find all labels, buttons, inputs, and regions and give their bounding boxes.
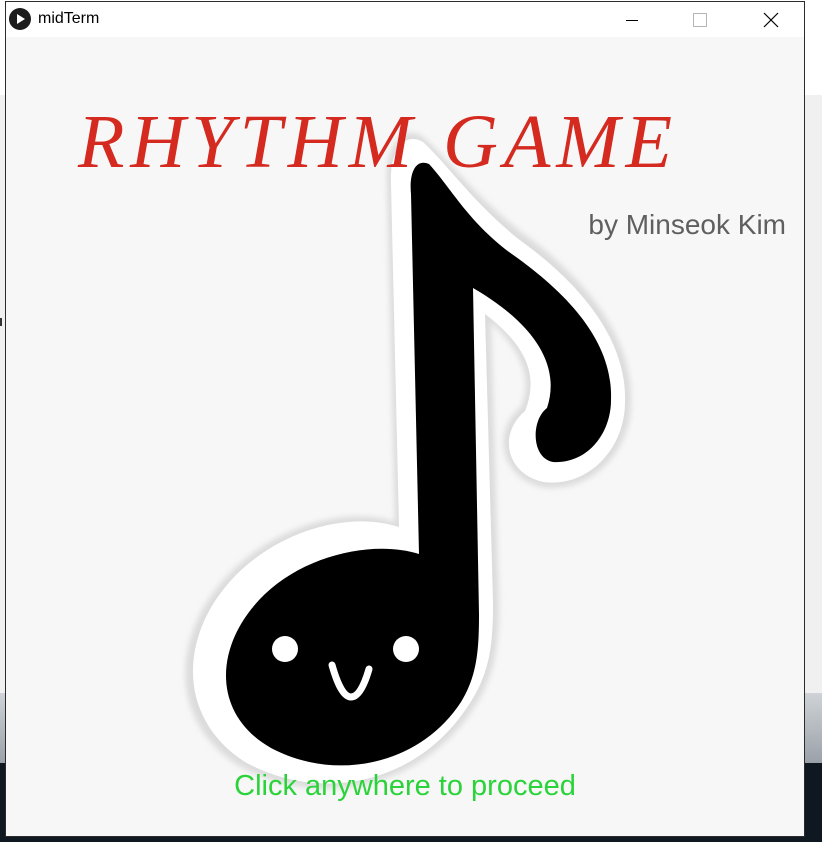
game-canvas[interactable]: RHYTHM GAME by Minseok Kim Click anywher… (6, 37, 804, 836)
maximize-button[interactable] (670, 2, 730, 37)
proceed-prompt[interactable]: Click anywhere to proceed (6, 770, 804, 803)
window-title: midTerm (38, 10, 100, 27)
music-note-mascot-icon (185, 132, 632, 789)
maximize-icon (693, 12, 707, 27)
close-button[interactable] (741, 2, 801, 37)
minimize-icon (626, 19, 638, 21)
minimize-button[interactable] (602, 2, 662, 37)
window-titlebar[interactable]: midTerm (6, 2, 804, 37)
close-icon (763, 12, 779, 27)
game-title: RHYTHM GAME (78, 100, 679, 184)
app-window: midTerm RHYTHM GAME by Minseok Kim Click… (5, 1, 805, 837)
play-icon (9, 8, 31, 30)
author-byline: by Minseok Kim (588, 209, 786, 240)
